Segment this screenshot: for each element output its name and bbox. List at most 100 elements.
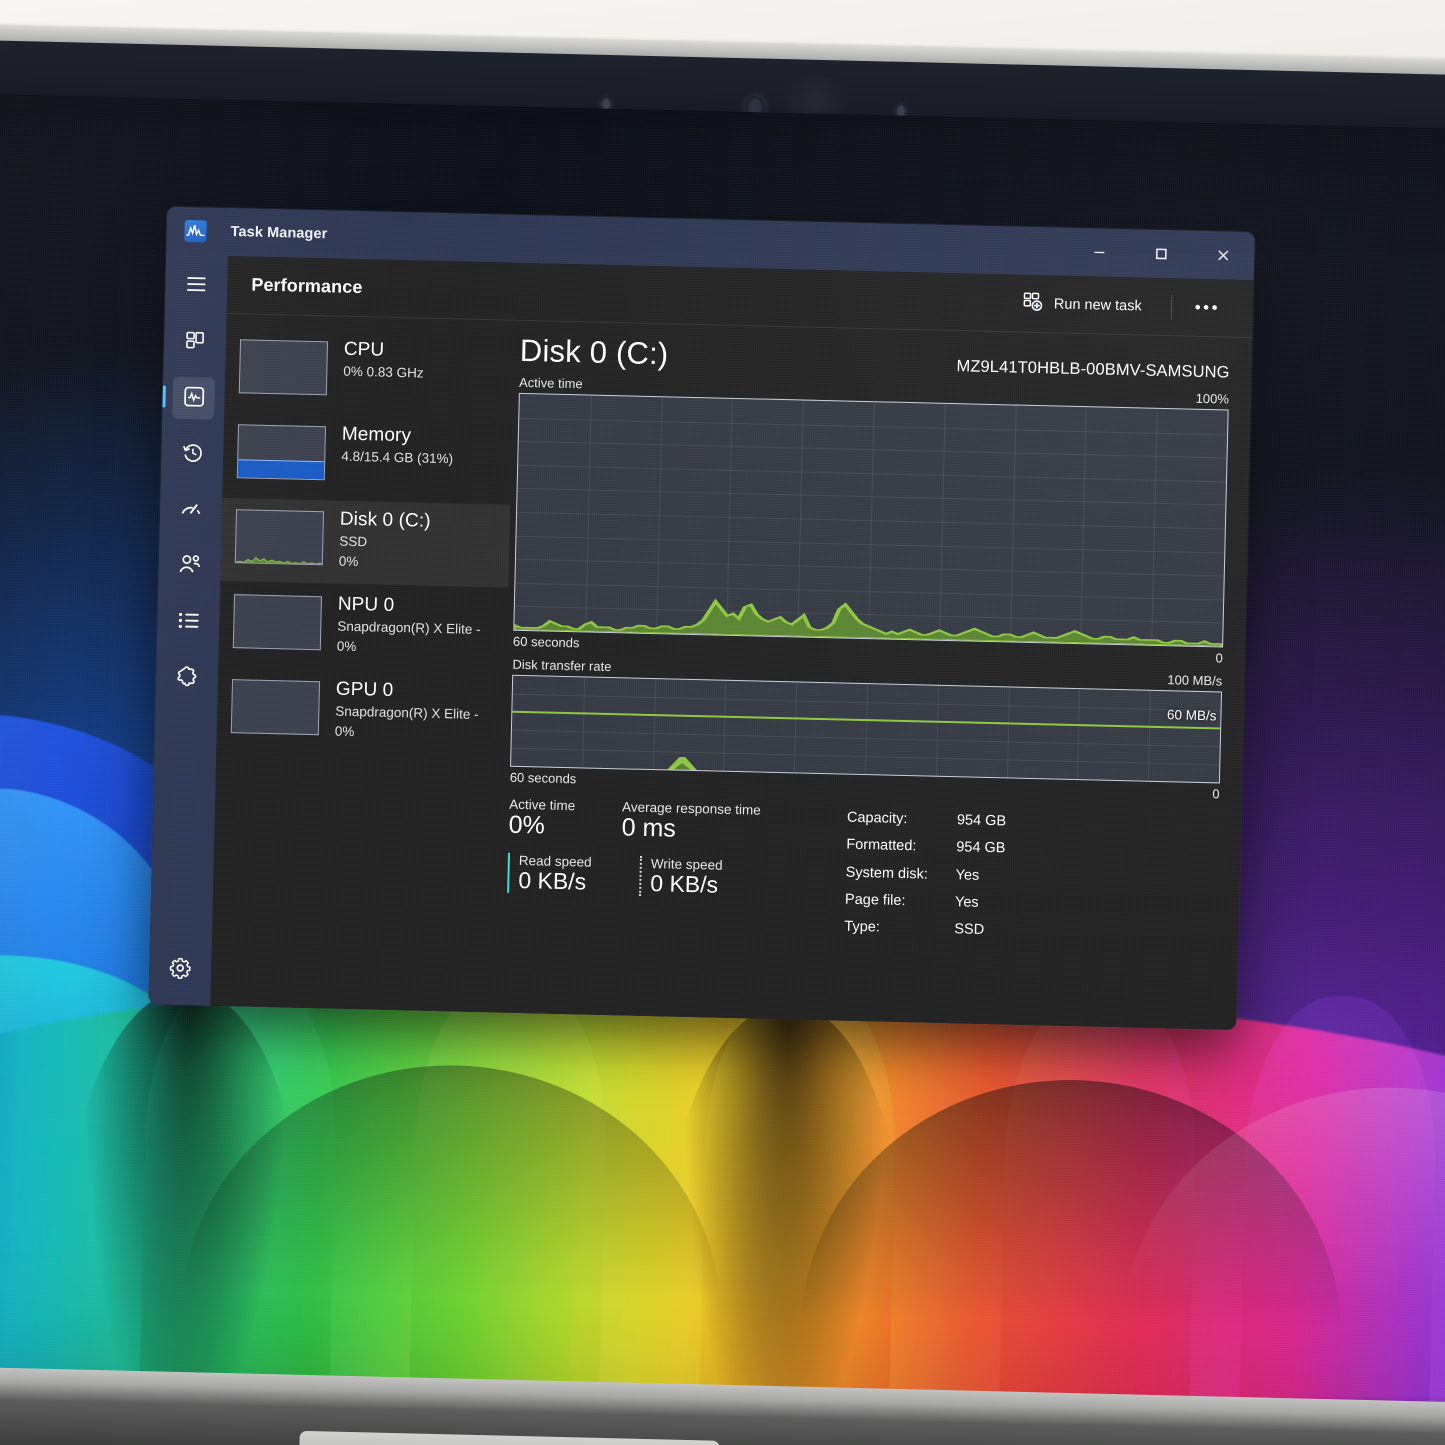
resource-sub: 0% 0.83 GHz: [343, 364, 424, 381]
sidebar-item-users[interactable]: [168, 545, 211, 588]
resource-name: Disk 0 (C:): [339, 508, 431, 532]
active-time-series: [514, 598, 1225, 647]
property-value: SSD: [954, 921, 985, 938]
property-row: Capacity: 954 GB: [847, 805, 1007, 836]
property-key: Page file:: [844, 891, 906, 909]
hamburger-menu-button[interactable]: [175, 265, 218, 308]
resource-list[interactable]: CPU 0% 0.83 GHz Memory 4.8/15.4 GB (31%)…: [210, 314, 514, 1013]
panes: CPU 0% 0.83 GHz Memory 4.8/15.4 GB (31%)…: [210, 314, 1252, 1030]
property-value: 954 GB: [956, 812, 1007, 830]
disk-statistics: Active time 0% Average response time 0 m…: [506, 797, 1219, 950]
active-time-chart-block: Active time 100% 60 seconds 0: [513, 375, 1229, 666]
resource-name: NPU 0: [337, 593, 395, 616]
run-new-task-button[interactable]: Run new task: [1009, 284, 1155, 325]
stat-read-speed: Read speed 0 KB/s: [507, 852, 619, 896]
active-time-chart-max: 100%: [1195, 390, 1230, 407]
npu-thumbnail-graph: [232, 594, 323, 651]
stat-average-response-time: Average response time 0 ms: [621, 799, 817, 846]
transfer-rate-chart-label: Disk transfer rate: [512, 656, 612, 675]
resource-name: CPU: [343, 338, 385, 361]
processes-icon: [185, 330, 206, 354]
sidebar-item-services[interactable]: [166, 657, 209, 700]
property-row: System disk: Yes: [845, 859, 1005, 890]
resource-sub: Snapdragon(R) X Elite -: [337, 619, 481, 638]
disk-detail-pane: Disk 0 (C:) MZ9L41T0HBLB-00BMV-SAMSUNG A…: [498, 321, 1252, 1030]
active-time-x-right: 0: [1215, 650, 1223, 666]
stat-value: 0 KB/s: [650, 869, 719, 898]
resource-sub: 4.8/15.4 GB (31%): [341, 449, 454, 467]
users-icon: [178, 554, 201, 579]
laptop-display: Task Manager Performance Run new task ••…: [0, 93, 1445, 1445]
window-controls[interactable]: [1068, 228, 1255, 280]
property-value: Yes: [954, 893, 979, 911]
resource-item-cpu[interactable]: CPU 0% 0.83 GHz: [224, 328, 514, 418]
resource-sub: SSD: [339, 534, 368, 550]
window-title: Task Manager: [230, 223, 328, 243]
laptop-hinge-notch: [298, 1430, 720, 1445]
sidebar-item-startup-apps[interactable]: [170, 489, 213, 532]
resource-item-disk-0[interactable]: Disk 0 (C:) SSD 0%: [220, 497, 511, 588]
active-time-chart-label: Active time: [518, 374, 583, 392]
sidebar-item-details[interactable]: [167, 601, 210, 644]
settings-button[interactable]: [159, 949, 202, 992]
disk-model-label: MZ9L41T0HBLB-00BMV-SAMSUNG: [956, 357, 1230, 382]
sidebar-item-app-history[interactable]: [171, 433, 214, 476]
property-key: Capacity:: [846, 809, 908, 828]
resource-sub-2: 0%: [338, 553, 359, 570]
stat-value: 0 ms: [621, 813, 677, 843]
property-row: Type: SSD: [844, 914, 1004, 945]
property-row: Page file: Yes: [845, 886, 1005, 917]
stat-write-speed: Write speed 0 KB/s: [639, 855, 750, 899]
resource-sub-2: 0%: [336, 638, 357, 655]
content-area: Performance Run new task ••• CPU 0% 0.83…: [210, 255, 1254, 1030]
resource-name: GPU 0: [335, 678, 394, 701]
property-key: Formatted:: [846, 836, 917, 855]
transfer-rate-chart-block: Disk transfer rate 100 MB/s 60 MB/s 60 s…: [510, 657, 1223, 802]
property-key: System disk:: [845, 864, 929, 883]
task-manager-window[interactable]: Task Manager Performance Run new task ••…: [148, 206, 1255, 1030]
active-time-x-left: 60 seconds: [512, 633, 580, 651]
close-button[interactable]: [1192, 231, 1255, 280]
gpu-thumbnail-graph: [230, 679, 321, 736]
stat-value: 0%: [508, 810, 546, 840]
hamburger-menu-icon: [186, 276, 206, 296]
sidebar-item-processes[interactable]: [173, 321, 216, 364]
disk-thumbnail-graph: [234, 509, 325, 566]
sidebar-item-performance[interactable]: [172, 376, 216, 420]
resource-name: Memory: [341, 423, 412, 447]
property-value: 954 GB: [956, 839, 1006, 857]
resource-item-npu-0[interactable]: NPU 0 Snapdragon(R) X Elite - 0%: [218, 583, 508, 673]
cpu-thumbnail-graph: [238, 339, 329, 396]
active-time-graph: [513, 392, 1229, 648]
task-manager-icon: [184, 219, 207, 243]
window-body: Performance Run new task ••• CPU 0% 0.83…: [148, 254, 1254, 1030]
stat-active-time: Active time 0%: [508, 797, 622, 842]
page-title: Performance: [251, 274, 363, 298]
run-new-task-label: Run new task: [1053, 295, 1142, 314]
services-icon: [176, 665, 198, 690]
resource-sub-2: 0%: [334, 723, 355, 740]
transfer-rate-x-right: 0: [1212, 786, 1220, 802]
minimize-button[interactable]: [1068, 228, 1131, 277]
details-icon: [178, 611, 199, 632]
memory-usage-fill: [237, 459, 325, 480]
transfer-rate-inline-label: 60 MB/s: [1166, 707, 1217, 724]
transfer-rate-chart-max: 100 MB/s: [1167, 672, 1223, 689]
gear-icon: [169, 957, 192, 984]
more-options-button[interactable]: •••: [1181, 289, 1233, 326]
disk-properties: Capacity: 954 GB Formatted: 954 GB Syste…: [844, 805, 1006, 945]
property-row: Formatted: 954 GB: [846, 832, 1006, 863]
maximize-button[interactable]: [1130, 229, 1193, 278]
stat-value: 0 KB/s: [518, 866, 587, 895]
property-value: Yes: [955, 866, 980, 884]
resource-item-gpu-0[interactable]: GPU 0 Snapdragon(R) X Elite - 0%: [216, 668, 506, 758]
startup-apps-icon: [180, 499, 203, 522]
photo-scene: Task Manager Performance Run new task ••…: [0, 0, 1445, 1445]
transfer-rate-graph: 60 MB/s: [510, 674, 1223, 784]
command-bar-separator: [1170, 294, 1173, 319]
transfer-rate-x-left: 60 seconds: [509, 769, 577, 787]
transfer-rate-series: [512, 710, 1221, 771]
app-history-icon: [182, 441, 204, 466]
resource-item-memory[interactable]: Memory 4.8/15.4 GB (31%): [222, 413, 512, 503]
detail-title: Disk 0 (C:): [519, 332, 669, 372]
